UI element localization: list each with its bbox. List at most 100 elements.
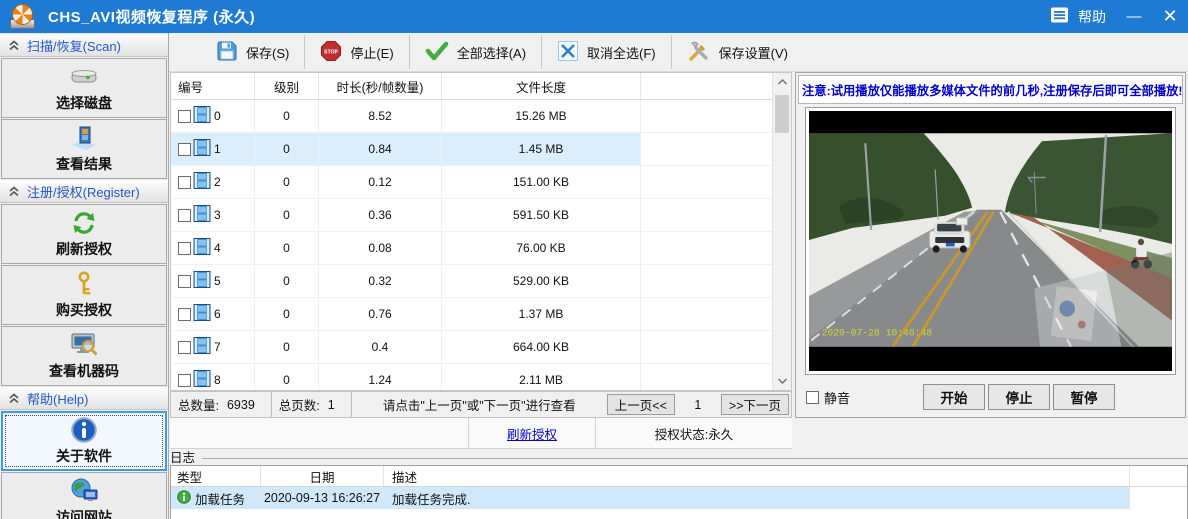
- log-group-label: 日志: [170, 447, 195, 466]
- table-row[interactable]: 2 0 0.12 151.00 KB: [171, 166, 772, 199]
- select-all-icon: [425, 41, 449, 64]
- website-icon: [69, 478, 99, 504]
- settings-icon: [687, 39, 711, 66]
- pagination-hint: 请点击"上一页"或"下一页"进行查看: [352, 395, 607, 414]
- refresh-license-link[interactable]: 刷新授权: [507, 424, 557, 443]
- application-window: CHS_AVI视频恢复程序 (永久) 帮助 — ✕ 扫描/恢复(Scan) 选择…: [0, 0, 1188, 519]
- stop-button[interactable]: STOP 停止(E): [305, 37, 408, 67]
- row-checkbox[interactable]: [178, 110, 191, 123]
- total-count-value: 6939: [227, 398, 255, 412]
- svg-text:STOP: STOP: [324, 49, 339, 55]
- total-pages-label: 总页数:: [279, 395, 320, 414]
- refresh-icon: [71, 210, 97, 236]
- player-panel: 注意:试用播放仅能播放多媒体文件的前几秒,注册保存后即可全部播放!: [795, 72, 1186, 418]
- row-checkbox[interactable]: [178, 209, 191, 222]
- pause-button[interactable]: 暂停: [1053, 384, 1115, 410]
- table-row[interactable]: 5 0 0.32 529.00 KB: [171, 265, 772, 298]
- video-frame: 2020-07-28 10:46:48: [805, 107, 1176, 375]
- mute-checkbox[interactable]: [806, 391, 819, 404]
- titlebar: CHS_AVI视频恢复程序 (永久) 帮助 — ✕: [0, 0, 1188, 33]
- log-row[interactable]: 加载任务 2020-09-13 16:26:27 加载任务完成.: [171, 487, 1187, 509]
- close-button[interactable]: ✕: [1152, 0, 1188, 33]
- col-header-duration[interactable]: 时长(秒/帧数量): [319, 77, 441, 96]
- table-row[interactable]: 0 0 8.52 15.26 MB: [171, 100, 772, 133]
- license-row: 刷新授权 授权状态:永久: [170, 418, 792, 449]
- sidebar-item-refresh-license[interactable]: 刷新授权: [1, 204, 167, 264]
- row-checkbox[interactable]: [178, 308, 191, 321]
- deselect-all-button[interactable]: 取消全选(F): [542, 37, 671, 67]
- toolbar: 保存(S) STOP 停止(E) 全部选择(A) 取消全选(F): [169, 33, 1188, 72]
- table-scrollbar[interactable]: [772, 73, 791, 390]
- row-checkbox[interactable]: [178, 242, 191, 255]
- prev-page-button[interactable]: 上一页<<: [607, 394, 675, 415]
- current-page-value: 1: [675, 398, 721, 412]
- results-table: 编号 级别 时长(秒/帧数量) 文件长度 0 0 8.52 15.26 MB 1…: [170, 72, 792, 391]
- window-title: CHS_AVI视频恢复程序 (永久): [48, 6, 255, 27]
- sidebar-section-scan[interactable]: 扫描/恢复(Scan): [0, 33, 168, 57]
- sidebar-item-buy-license[interactable]: 购买授权: [1, 265, 167, 325]
- pagination-bar: 总数量: 6939 总页数: 1 请点击"上一页"或"下一页"进行查看 上一页<…: [170, 391, 792, 418]
- select-all-button[interactable]: 全部选择(A): [410, 37, 541, 67]
- row-checkbox[interactable]: [178, 341, 191, 354]
- scrollbar-up-icon[interactable]: [773, 73, 791, 91]
- log-col-date[interactable]: 日期: [309, 467, 334, 486]
- film-result-icon: [68, 125, 100, 151]
- video-preview: 2020-07-28 10:46:48: [809, 111, 1172, 371]
- white-car: [929, 218, 970, 253]
- sidebar-item-website[interactable]: 访问网站: [1, 472, 167, 519]
- dashcam-scene: 2020-07-28 10:46:48: [809, 111, 1172, 371]
- table-row[interactable]: 8 0 1.24 2.11 MB: [171, 364, 772, 390]
- video-file-icon: [192, 337, 212, 357]
- chevron-up-double-icon: [9, 393, 19, 404]
- table-row[interactable]: 3 0 0.36 591.50 KB: [171, 199, 772, 232]
- scrollbar-down-icon[interactable]: [773, 372, 791, 390]
- sidebar-item-machine-code[interactable]: 查看机器码: [1, 326, 167, 386]
- log-col-desc[interactable]: 描述: [392, 467, 417, 486]
- log-col-type[interactable]: 类型: [177, 467, 202, 486]
- row-checkbox[interactable]: [178, 374, 191, 387]
- row-checkbox[interactable]: [178, 176, 191, 189]
- video-file-icon: [192, 238, 212, 258]
- sidebar-section-help[interactable]: 帮助(Help): [0, 386, 168, 410]
- sidebar-section-register[interactable]: 注册/授权(Register): [0, 179, 168, 203]
- row-checkbox[interactable]: [178, 143, 191, 156]
- video-file-icon: [192, 106, 212, 126]
- table-row[interactable]: 4 0 0.08 76.00 KB: [171, 232, 772, 265]
- row-checkbox[interactable]: [178, 275, 191, 288]
- save-icon: [216, 40, 238, 65]
- table-header-row: 编号 级别 时长(秒/帧数量) 文件长度: [171, 73, 772, 100]
- video-file-icon: [192, 172, 212, 192]
- video-file-icon: [192, 304, 212, 324]
- sidebar-item-about[interactable]: 关于软件: [1, 411, 167, 471]
- total-pages-value: 1: [328, 398, 335, 412]
- save-settings-button[interactable]: 保存设置(V): [672, 37, 803, 67]
- video-file-icon: [192, 139, 212, 159]
- start-button[interactable]: 开始: [923, 384, 985, 410]
- table-row-selected[interactable]: 1 0 0.84 1.45 MB: [171, 133, 772, 166]
- chevron-up-double-icon: [9, 40, 19, 51]
- next-page-button[interactable]: >>下一页: [721, 394, 789, 415]
- license-status: 授权状态:永久: [596, 424, 792, 443]
- sidebar: 扫描/恢复(Scan) 选择磁盘 查看结果 注册/授权(Register) 刷新…: [0, 33, 169, 519]
- table-row[interactable]: 7 0 0.4 664.00 KB: [171, 331, 772, 364]
- trial-notice: 注意:试用播放仅能播放多媒体文件的前几秒,注册保存后即可全部播放!: [798, 75, 1183, 104]
- groupbox-line: [202, 458, 1188, 459]
- mute-toggle[interactable]: 静音: [806, 388, 850, 407]
- log-info-icon: [177, 490, 191, 507]
- col-header-level[interactable]: 级别: [255, 77, 318, 96]
- col-header-id[interactable]: 编号: [178, 77, 203, 96]
- disk-drive-icon: [69, 64, 99, 90]
- stop-icon: STOP: [320, 40, 342, 65]
- table-row[interactable]: 6 0 0.76 1.37 MB: [171, 298, 772, 331]
- sidebar-item-select-disk[interactable]: 选择磁盘: [1, 58, 167, 118]
- col-header-size[interactable]: 文件长度: [442, 77, 640, 96]
- deselect-all-icon: [557, 40, 579, 65]
- chevron-up-double-icon: [9, 186, 19, 197]
- save-button[interactable]: 保存(S): [201, 37, 304, 67]
- mute-label: 静音: [824, 388, 850, 407]
- minimize-button[interactable]: —: [1116, 0, 1152, 33]
- help-button[interactable]: 帮助: [1039, 0, 1116, 33]
- scrollbar-thumb[interactable]: [775, 95, 789, 133]
- sidebar-item-view-results[interactable]: 查看结果: [1, 119, 167, 179]
- stop-playback-button[interactable]: 停止: [988, 384, 1050, 410]
